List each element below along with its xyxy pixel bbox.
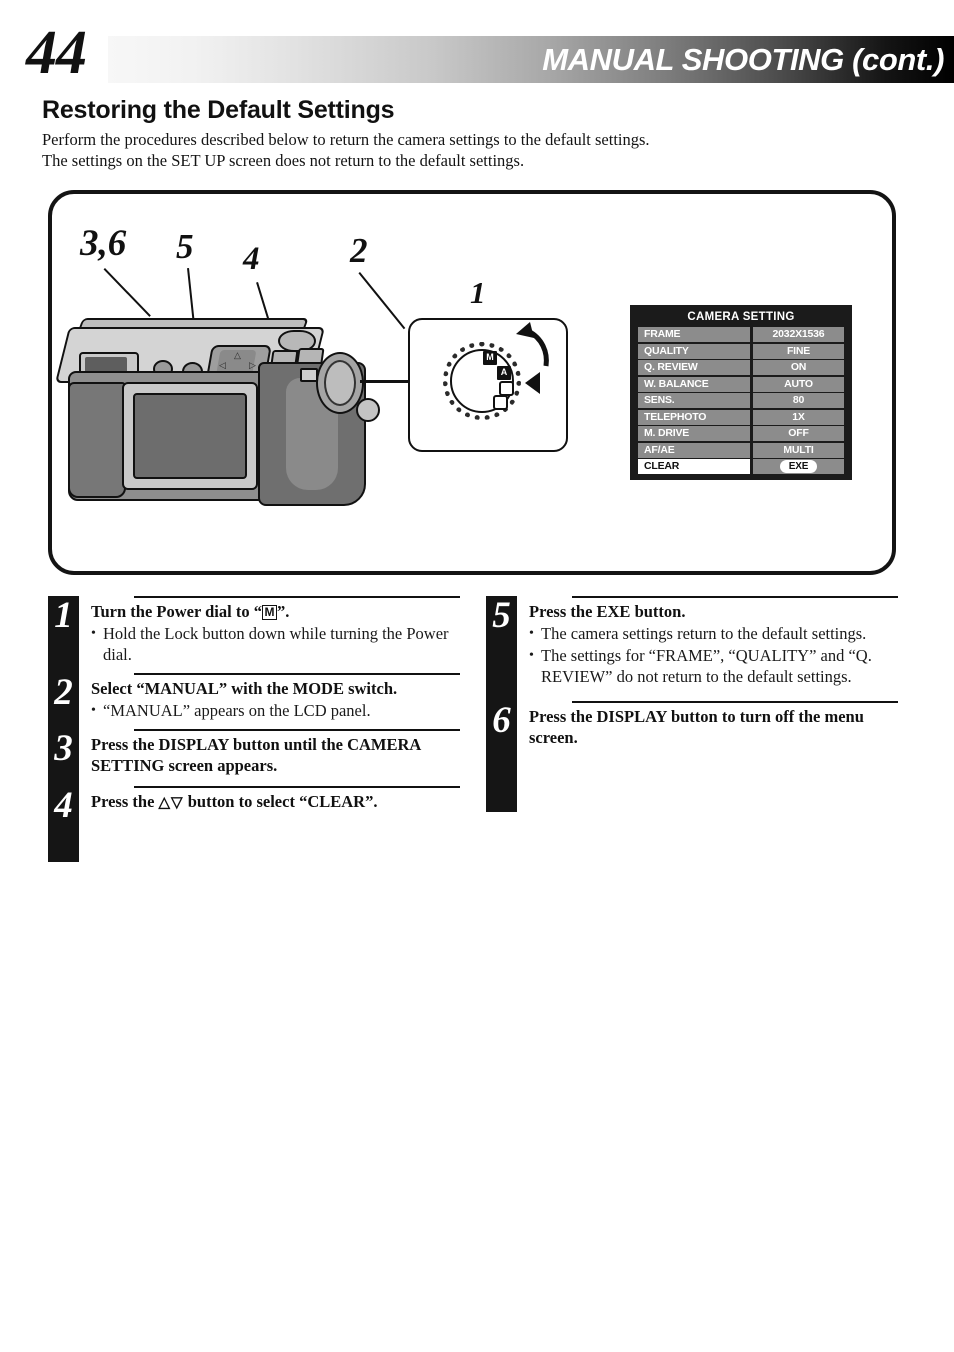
setting-label-q-review: Q. REVIEW <box>638 360 750 375</box>
step-2-heading: Select “MANUAL” with the MODE switch. <box>91 679 398 698</box>
setting-value-frame: 2032X1536 <box>753 327 844 342</box>
setting-value-telephoto: 1X <box>753 409 844 425</box>
setting-value-sens: 80 <box>753 393 844 408</box>
steps-column-left: 1 Turn the Power dial to “M”. Hold the L… <box>48 596 460 862</box>
step-1-number: 1 <box>54 595 73 636</box>
setting-row-sens[interactable]: SENS. 80 <box>638 393 844 408</box>
setting-value-q-review: ON <box>753 360 844 375</box>
setting-row-q-review[interactable]: Q. REVIEW ON <box>638 360 844 375</box>
step-5: 5 Press the EXE button. The camera setti… <box>486 596 898 687</box>
camera-power-dial-inner <box>324 360 356 406</box>
camera-setting-rows: FRAME 2032X1536 QUALITY FINE Q. REVIEW O… <box>630 327 852 482</box>
callout-4: 4 <box>243 241 260 277</box>
step-1: 1 Turn the Power dial to “M”. Hold the L… <box>48 596 460 665</box>
camera-setting-title: CAMERA SETTING <box>687 311 795 323</box>
step-4-heading: Press the △▽ button to select “CLEAR”. <box>91 788 460 814</box>
setting-label-telephoto: TELEPHOTO <box>638 409 750 425</box>
section-title: Restoring the Default Settings <box>42 96 395 124</box>
step-2-bullets: “MANUAL” appears on the LCD panel. <box>91 700 460 721</box>
manual-mode-icon: M <box>261 605 277 620</box>
setting-label-frame: FRAME <box>638 327 750 342</box>
camera-lock-knob <box>300 368 318 382</box>
camera-strap-eyelet <box>356 398 380 422</box>
step-1-bullets: Hold the Lock button down while turning … <box>91 623 460 665</box>
setting-row-w-balance[interactable]: W. BALANCE AUTO <box>638 376 844 392</box>
step-2-bullet-1: “MANUAL” appears on the LCD panel. <box>91 700 460 721</box>
setting-row-clear[interactable]: CLEAR EXE <box>638 459 844 474</box>
camera-setting-screen: CAMERA SETTING FRAME 2032X1536 QUALITY F… <box>630 305 852 480</box>
setting-row-af-ae[interactable]: AF/AE MULTI <box>638 442 844 458</box>
step-4-number: 4 <box>54 785 73 826</box>
setting-value-quality: FINE <box>753 343 844 359</box>
pad-left-arrow-icon: ◁ <box>219 360 226 370</box>
pad-right-arrow-icon: ▷ <box>249 360 256 370</box>
step-2: 2 Select “MANUAL” with the MODE switch. … <box>48 673 460 721</box>
step-1-heading-pre: Turn the Power dial to “ <box>91 602 262 621</box>
setting-label-m-drive: M. DRIVE <box>638 426 750 441</box>
callout-1: 1 <box>470 275 486 310</box>
setting-value-m-drive: OFF <box>753 426 844 441</box>
step-4: 4 Press the △▽ button to select “CLEAR”. <box>48 786 460 826</box>
dial-rotation-arrow-icon <box>516 322 549 367</box>
callout-5: 5 <box>176 227 194 266</box>
dial-mode-manual-icon: M <box>483 351 497 365</box>
setting-label-quality: QUALITY <box>638 343 750 359</box>
section-intro: Perform the procedures described below t… <box>42 129 902 171</box>
setting-value-af-ae: MULTI <box>753 442 844 458</box>
step-3: 3 Press the DISPLAY button until the CAM… <box>48 729 460 776</box>
up-down-triangle-icon: △▽ <box>158 795 184 811</box>
setting-row-m-drive[interactable]: M. DRIVE OFF <box>638 426 844 441</box>
setting-row-frame[interactable]: FRAME 2032X1536 <box>638 327 844 342</box>
step-1-heading-post: ”. <box>276 602 290 621</box>
page-header: MANUAL SHOOTING (cont.) 44 <box>0 0 954 96</box>
setting-label-af-ae: AF/AE <box>638 442 750 458</box>
step-4-heading-post: button to select “CLEAR”. <box>183 792 378 811</box>
step-5-bullet-2: The settings for “FRAME”, “QUALITY” and … <box>529 645 898 687</box>
step-5-bullet-1: The camera settings return to the defaul… <box>529 623 898 644</box>
step-6: 6 Press the DISPLAY button to turn off t… <box>486 701 898 748</box>
setting-value-clear: EXE <box>753 459 844 474</box>
step-2-number: 2 <box>54 672 73 713</box>
step-5-bullets: The camera settings return to the defaul… <box>529 623 898 687</box>
page-number: 44 <box>26 19 87 87</box>
camera-left-side <box>68 382 126 498</box>
step-1-bullet-1: Hold the Lock button down while turning … <box>91 623 460 665</box>
step-5-number: 5 <box>492 595 511 636</box>
dial-mode-play-icon <box>499 381 514 396</box>
dial-mode-off-icon <box>493 395 508 410</box>
intro-line-1: Perform the procedures described below t… <box>42 130 650 149</box>
step-3-number: 3 <box>54 728 73 769</box>
setting-value-w-balance: AUTO <box>753 376 844 392</box>
setting-label-sens: SENS. <box>638 393 750 408</box>
steps-column-right: 5 Press the EXE button. The camera setti… <box>486 596 898 812</box>
setting-label-w-balance: W. BALANCE <box>638 376 750 392</box>
step-6-heading: Press the DISPLAY button to turn off the… <box>529 707 864 747</box>
intro-line-2: The settings on the SET UP screen does n… <box>42 151 525 170</box>
exe-button[interactable]: EXE <box>779 460 818 473</box>
setting-row-telephoto[interactable]: TELEPHOTO 1X <box>638 409 844 425</box>
callout-2: 2 <box>350 231 368 270</box>
camera-lcd-screen <box>133 393 247 479</box>
step-3-heading: Press the DISPLAY button until the CAMER… <box>91 735 421 775</box>
dial-pointer-triangle-icon <box>525 372 540 394</box>
step-1-heading: Turn the Power dial to “M”. <box>91 598 460 622</box>
step-5-heading: Press the EXE button. <box>529 602 686 621</box>
header-title: MANUAL SHOOTING (cont.) <box>542 42 944 77</box>
setting-label-clear: CLEAR <box>638 459 750 474</box>
step-6-number: 6 <box>492 700 511 741</box>
callout-3-6: 3,6 <box>80 223 127 264</box>
step-4-heading-pre: Press the <box>91 792 159 811</box>
setting-row-quality[interactable]: QUALITY FINE <box>638 343 844 359</box>
pad-up-arrow-icon: △ <box>234 350 241 360</box>
